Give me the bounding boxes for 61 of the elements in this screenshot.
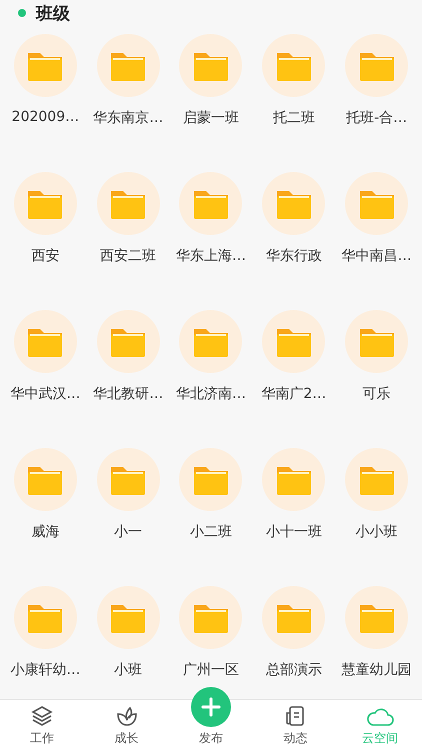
folder-icon: [274, 602, 313, 632]
folder-name: 华东上海…: [176, 247, 246, 265]
folder-name: 华北教研…: [93, 385, 164, 403]
section-title: 班级: [36, 2, 70, 24]
folder-name: 华东南京…: [93, 109, 164, 127]
folder-icon: [274, 188, 313, 218]
folder-name: 托班-合…: [346, 109, 408, 127]
folder-icon: [26, 188, 64, 218]
folder-icon: [26, 464, 64, 494]
folder-icon: [358, 464, 396, 494]
folder-name: 总部演示: [266, 661, 322, 679]
plus-icon: [200, 697, 221, 717]
folder-name: 小小班: [356, 523, 398, 541]
add-button[interactable]: [190, 687, 231, 727]
folder-name: 可乐: [362, 385, 391, 403]
cloud-icon: [366, 706, 394, 728]
status-dot: [18, 9, 26, 17]
folder-icon: [358, 50, 396, 80]
folder-name: 西安: [31, 247, 60, 265]
folder-icon: [358, 326, 396, 356]
folder-icon: [192, 188, 230, 218]
folder-icon: [26, 602, 64, 632]
folder-name: 小一: [114, 523, 142, 541]
folder-name: 小十一班: [266, 523, 322, 541]
folder-icon: [109, 464, 148, 494]
folder-icon: [109, 326, 148, 356]
tab-item[interactable]: 发布: [168, 687, 254, 750]
tab-item[interactable]: 工作: [0, 700, 84, 750]
folder-icon: [192, 326, 230, 356]
folder-icon: [26, 326, 64, 356]
folder-icon: [274, 326, 313, 356]
folder-icon: [192, 464, 230, 494]
folder-name: 威海: [31, 523, 60, 541]
folder-name: 小二班: [190, 523, 232, 541]
sprout-icon: [114, 704, 139, 728]
folder-icon: [358, 602, 396, 632]
tab-item[interactable]: 成长: [84, 700, 169, 750]
folder-name: 小康轩幼…: [10, 661, 80, 679]
folder-name: 西安二班: [100, 247, 156, 265]
folder-name: 启蒙一班: [182, 109, 239, 127]
folder-icon: [109, 602, 148, 632]
folder-icon: [274, 464, 313, 494]
folder-name: 小班: [114, 661, 142, 679]
folder-name: 慧童幼儿园: [342, 661, 412, 679]
folder-name: 华中武汉…: [10, 385, 80, 403]
folder-name: 202009…: [12, 109, 80, 125]
folder-name: 华南广2…: [261, 385, 326, 403]
folder-name: 华东行政: [266, 247, 322, 265]
folder-icon: [26, 50, 64, 80]
folder-name: 托二班: [272, 109, 315, 127]
folder-icon: [358, 188, 396, 218]
folder-name: 广州一区: [182, 661, 239, 679]
tab-item[interactable]: 动态: [253, 700, 338, 750]
folder-icon: [192, 602, 230, 632]
folder-name: 华北济南…: [176, 385, 246, 403]
folder-icon: [192, 50, 230, 80]
folder-icon: [109, 188, 148, 218]
folder-name: 华中南昌…: [342, 247, 412, 265]
folder-icon: [109, 50, 148, 80]
layers-icon: [30, 704, 54, 728]
folder-icon: [274, 50, 313, 80]
